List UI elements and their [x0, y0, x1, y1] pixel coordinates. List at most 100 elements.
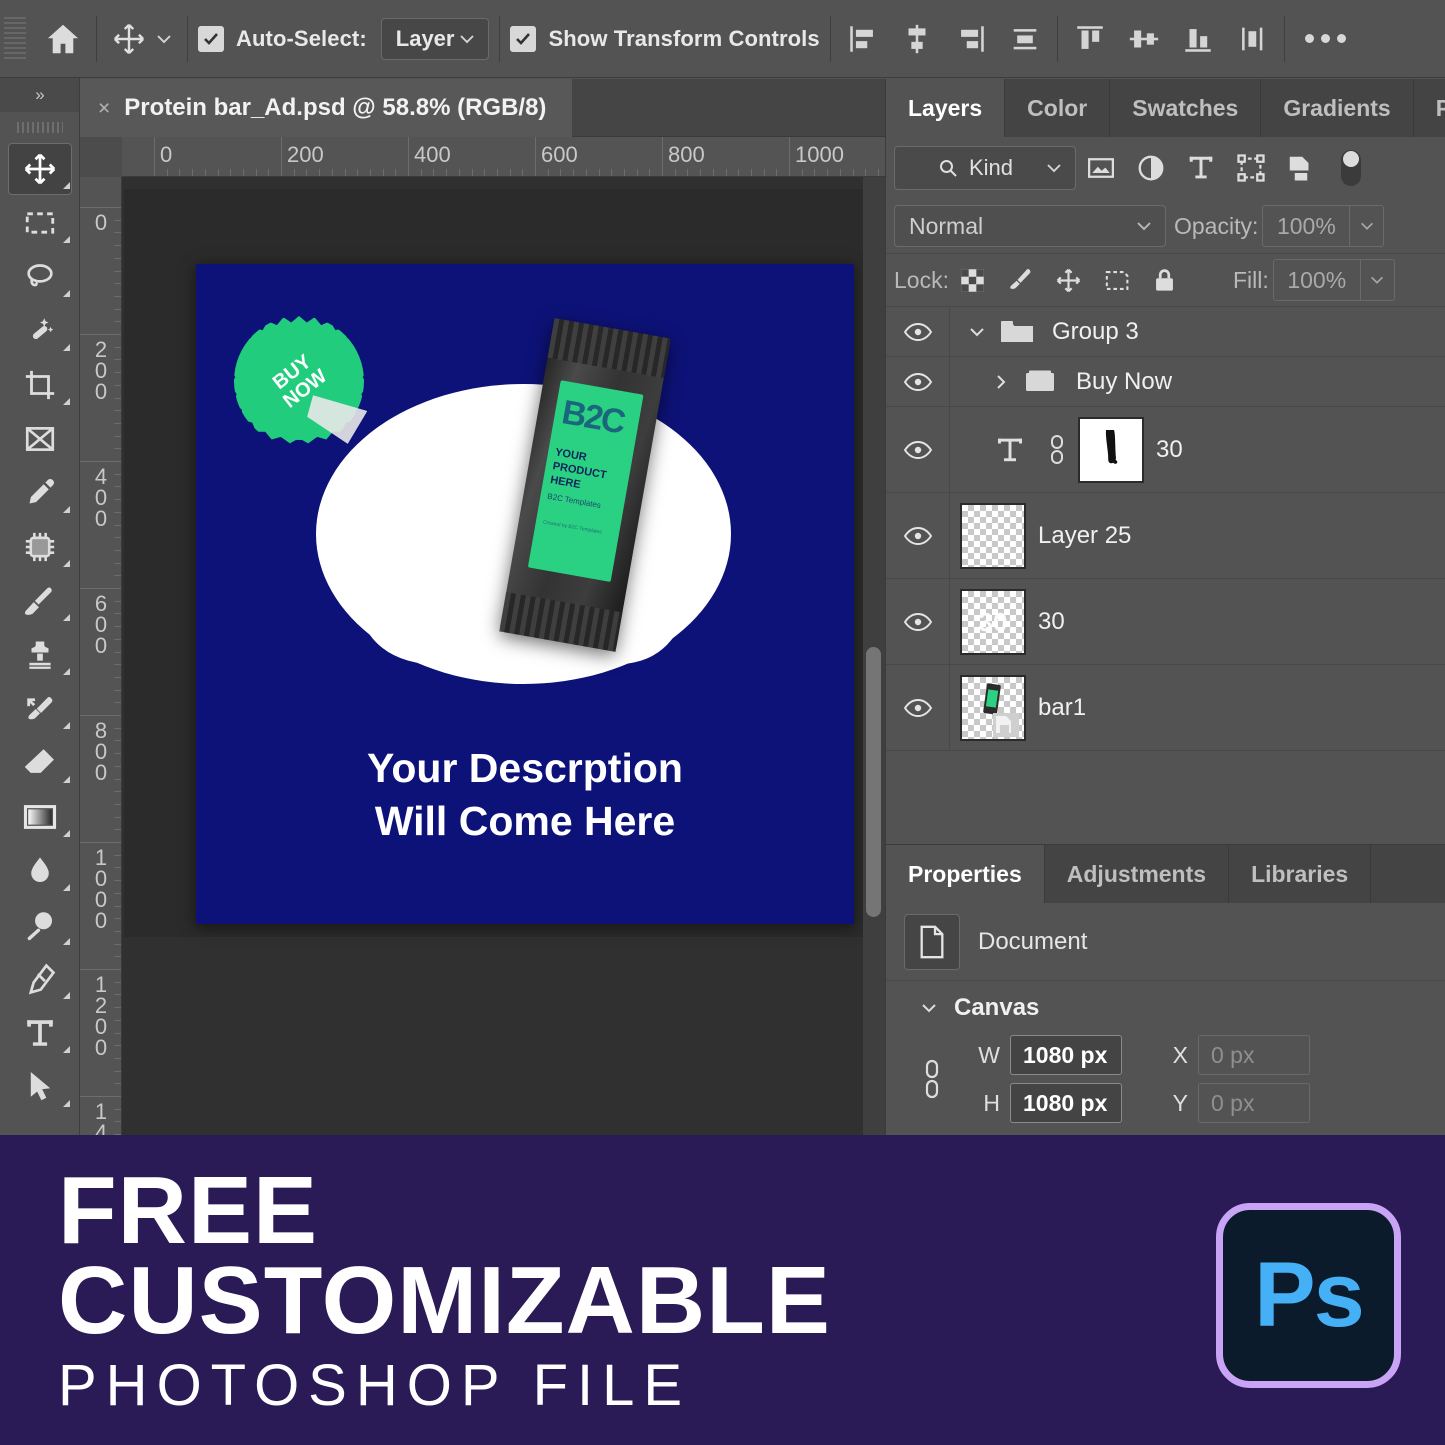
toolbar-grip[interactable] [0, 112, 79, 142]
tab-color[interactable]: Color [1005, 79, 1110, 137]
canvas-vertical-scrollbar[interactable] [863, 177, 885, 1135]
tool-clone-stamp[interactable] [0, 628, 80, 682]
layer-row-text-30[interactable]: 30 [886, 407, 1445, 493]
ruler-tick [80, 588, 122, 589]
distribute-horizontally-icon[interactable] [1003, 17, 1047, 61]
tool-move[interactable] [0, 142, 80, 196]
align-horizontal-centers-icon[interactable] [895, 17, 939, 61]
y-input[interactable]: 0 px [1198, 1083, 1310, 1123]
tool-history-brush[interactable] [0, 682, 80, 736]
tab-properties[interactable]: Properties [886, 845, 1045, 903]
expand-collapse-chevron-right-icon[interactable] [984, 372, 1018, 392]
tab-gradients[interactable]: Gradients [1261, 79, 1413, 137]
layer-thumbnail[interactable] [960, 675, 1026, 741]
smart-object-filter-icon[interactable] [1276, 146, 1326, 190]
layer-row-layer-25[interactable]: Layer 25 [886, 493, 1445, 579]
tool-crop[interactable] [0, 358, 80, 412]
x-input[interactable]: 0 px [1198, 1035, 1310, 1075]
pixel-layers-filter-icon[interactable] [1076, 146, 1126, 190]
width-input[interactable]: 1080 px [1010, 1035, 1122, 1075]
distribute-vertically-icon[interactable] [1230, 17, 1274, 61]
package-label-text: YOUR PRODUCT HERE [549, 446, 610, 496]
show-transform-checkbox[interactable] [510, 26, 536, 52]
tool-preset-chevron-down-icon[interactable] [151, 26, 177, 52]
more-options-icon[interactable] [1295, 34, 1356, 43]
canvas-section-header[interactable]: Canvas [886, 981, 1445, 1035]
ruler-minor-tick [114, 956, 121, 957]
layer-row-pixel-30[interactable]: 30 30 [886, 579, 1445, 665]
auto-select-checkbox[interactable] [198, 26, 224, 52]
tool-lasso[interactable] [0, 250, 80, 304]
fill-input[interactable]: 100% [1273, 259, 1361, 301]
tab-adjustments[interactable]: Adjustments [1045, 845, 1229, 903]
tool-eyedropper[interactable] [0, 466, 80, 520]
home-icon[interactable] [40, 16, 86, 62]
tool-rectangular-marquee[interactable] [0, 196, 80, 250]
filter-toggle-switch[interactable] [1326, 146, 1376, 190]
visibility-toggle-icon[interactable] [886, 493, 950, 578]
align-right-edges-icon[interactable] [949, 17, 993, 61]
align-vertical-centers-icon[interactable] [1122, 17, 1166, 61]
lock-transparent-pixels-icon[interactable] [949, 258, 997, 302]
visibility-toggle-icon[interactable] [886, 307, 950, 356]
layer-row-bar1[interactable]: bar1 [886, 665, 1445, 751]
visibility-toggle-icon[interactable] [886, 357, 950, 406]
layer-row-buy-now[interactable]: Buy Now [886, 357, 1445, 407]
opacity-chevron-down-icon[interactable] [1350, 205, 1384, 247]
tab-libraries[interactable]: Libraries [1229, 845, 1371, 903]
canvas-area[interactable]: 02004006008001000 02 0 04 0 06 0 08 0 01… [80, 137, 885, 1135]
right-panel-dock: Layers Color Swatches Gradients Patte Ki… [885, 79, 1445, 1135]
tool-spot-healing-brush[interactable] [0, 520, 80, 574]
visibility-toggle-icon[interactable] [886, 407, 950, 492]
layer-mask-thumbnail[interactable] [1078, 417, 1144, 483]
link-dimensions-icon[interactable] [904, 1056, 960, 1102]
type-layers-filter-icon[interactable] [1176, 146, 1226, 190]
layer-thumbnail[interactable] [960, 503, 1026, 569]
layer-mask-link-icon[interactable] [1036, 433, 1078, 467]
ruler-minor-tick [114, 550, 121, 551]
filter-kind-dropdown[interactable]: Kind [894, 146, 1076, 190]
tool-gradient[interactable] [0, 790, 80, 844]
options-bar-grip[interactable] [4, 17, 26, 61]
tool-pen[interactable] [0, 952, 80, 1006]
auto-select-dropdown[interactable]: Layer [381, 18, 490, 60]
tool-object-selection[interactable] [0, 304, 80, 358]
lock-position-icon[interactable] [1045, 258, 1093, 302]
close-icon[interactable]: × [98, 98, 110, 119]
tool-eraser[interactable] [0, 736, 80, 790]
lock-image-pixels-icon[interactable] [997, 258, 1045, 302]
lock-artboard-nesting-icon[interactable] [1093, 258, 1141, 302]
align-left-edges-icon[interactable] [841, 17, 885, 61]
tool-frame[interactable] [0, 412, 80, 466]
tool-horizontal-type[interactable] [0, 1006, 80, 1060]
layer-row-group-3[interactable]: Group 3 [886, 307, 1445, 357]
align-top-edges-icon[interactable] [1068, 17, 1112, 61]
tab-patterns[interactable]: Patte [1414, 79, 1445, 137]
visibility-toggle-icon[interactable] [886, 579, 950, 664]
tool-brush[interactable] [0, 574, 80, 628]
scrollbar-thumb[interactable] [866, 647, 881, 917]
tool-blur[interactable] [0, 844, 80, 898]
collapse-panel-icon[interactable]: » [0, 78, 79, 112]
layer-thumbnail[interactable]: 30 [960, 589, 1026, 655]
align-bottom-edges-icon[interactable] [1176, 17, 1220, 61]
lock-all-icon[interactable] [1141, 258, 1189, 302]
tab-layers[interactable]: Layers [886, 79, 1005, 137]
tab-swatches[interactable]: Swatches [1110, 79, 1261, 137]
tool-path-selection[interactable] [0, 1060, 80, 1114]
expand-collapse-chevron-down-icon[interactable] [960, 322, 994, 342]
blend-mode-dropdown[interactable]: Normal [894, 205, 1166, 247]
visibility-toggle-icon[interactable] [886, 665, 950, 750]
active-tool-group[interactable] [107, 0, 177, 78]
artwork-preview[interactable]: 30 B2C YOUR PRODUCT HERE B2C Templates [196, 264, 854, 924]
height-input[interactable]: 1080 px [1010, 1083, 1122, 1123]
document-tab[interactable]: × Protein bar_Ad.psd @ 58.8% (RGB/8) [80, 79, 572, 137]
tool-dodge[interactable] [0, 898, 80, 952]
shape-layers-filter-icon[interactable] [1226, 146, 1276, 190]
adjustment-layers-filter-icon[interactable] [1126, 146, 1176, 190]
banner-line-1: FREE [58, 1163, 318, 1259]
auto-select-group[interactable]: Auto-Select: Layer [198, 0, 489, 78]
opacity-input[interactable]: 100% [1262, 205, 1350, 247]
show-transform-controls-group[interactable]: Show Transform Controls [510, 0, 819, 78]
fill-chevron-down-icon[interactable] [1361, 259, 1395, 301]
